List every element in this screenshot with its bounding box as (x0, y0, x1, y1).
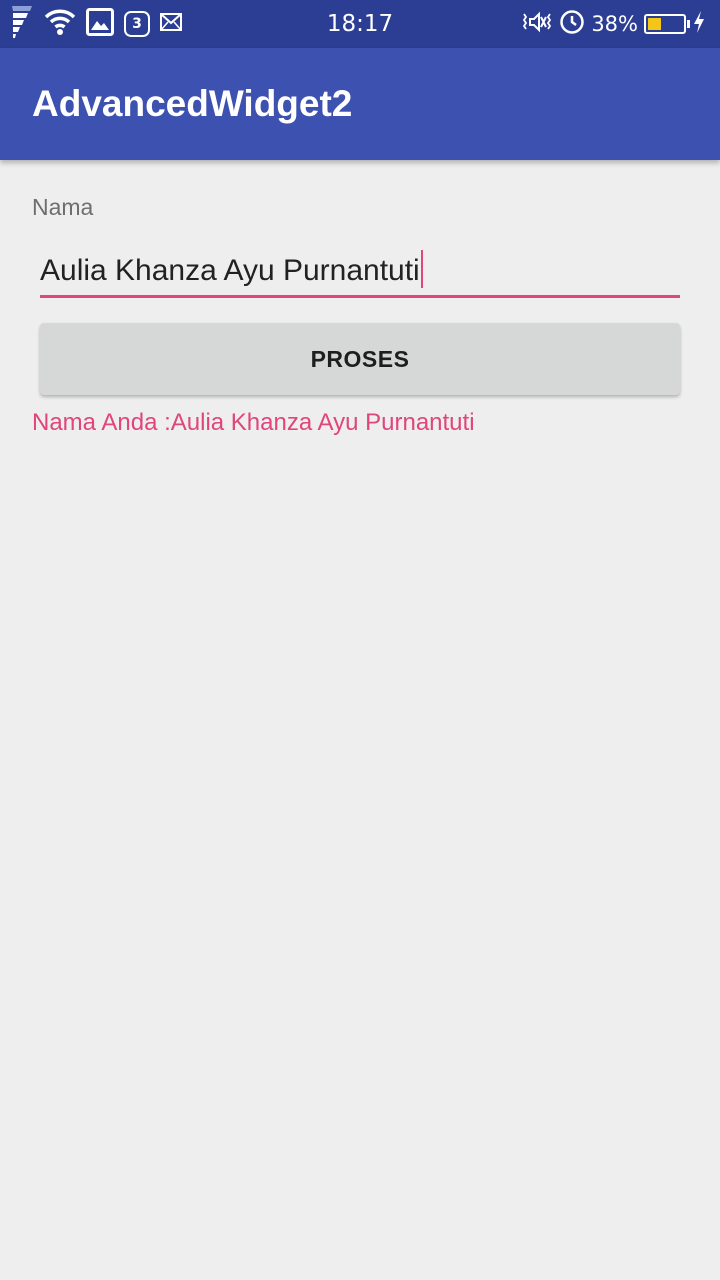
battery-level-fill (648, 18, 661, 30)
battery-icon (644, 14, 690, 34)
app-bar: AdvancedWidget2 (0, 48, 720, 160)
name-field-label: Nama (32, 194, 94, 220)
app-title: AdvancedWidget2 (32, 83, 353, 124)
name-input[interactable]: Aulia Khanza Ayu Purnantuti (40, 242, 680, 298)
proses-button[interactable]: PROSES (40, 323, 680, 395)
charging-icon (692, 10, 706, 38)
battery-percent: 38% (591, 12, 638, 36)
name-input-text[interactable]: Aulia Khanza Ayu Purnantuti (40, 254, 420, 287)
name-input-field-value[interactable]: Aulia Khanza Ayu Purnantuti (40, 250, 423, 288)
status-bar: 3 18:17 38% (0, 0, 720, 48)
status-bar-right: 38% (521, 6, 706, 42)
text-cursor (420, 250, 423, 288)
result-text: Nama Anda :Aulia Khanza Ayu Purnantuti (32, 409, 475, 436)
vibrate-icon (521, 10, 553, 38)
alarm-icon (559, 9, 585, 39)
